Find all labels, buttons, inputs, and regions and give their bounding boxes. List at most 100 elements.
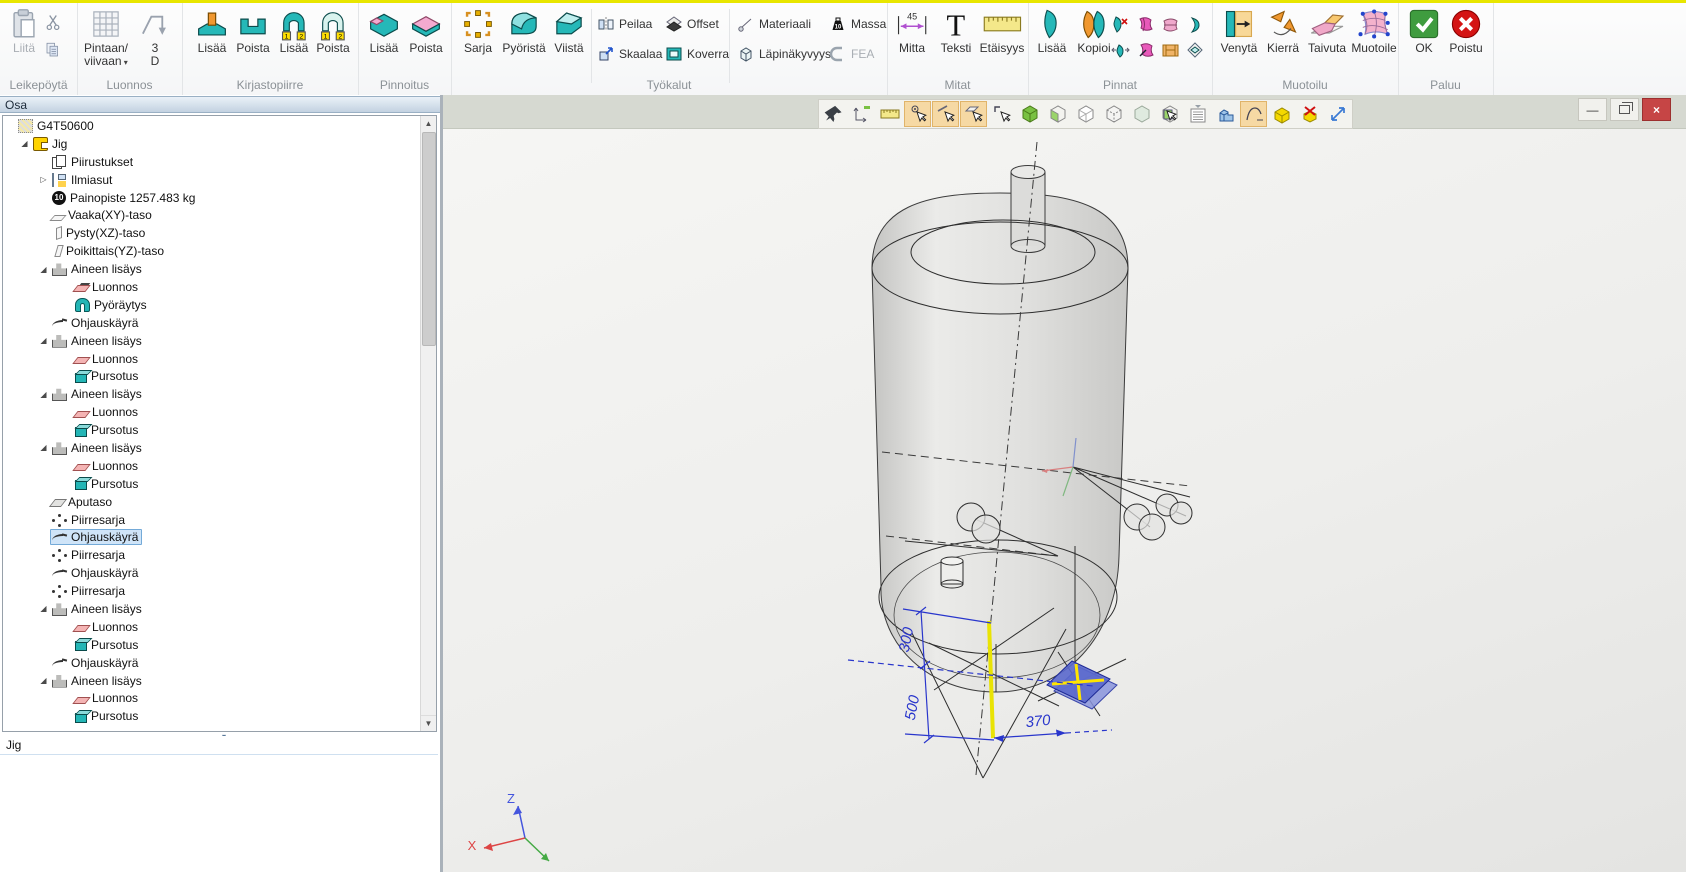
tree-item[interactable]: ◢ Aineen lisäys [3, 672, 421, 690]
surface-trim-icon[interactable] [1136, 15, 1155, 34]
text-button[interactable]: T Teksti [934, 7, 978, 69]
library-remove2-button[interactable]: 12 Poista [312, 7, 354, 69]
tree-expander[interactable]: ◢ [37, 265, 50, 274]
tree-item[interactable]: Luonnos [3, 403, 421, 421]
tree-item[interactable]: Ohjauskäyrä [3, 564, 421, 582]
snap-plane-button[interactable] [960, 101, 987, 127]
tree-expander[interactable]: ◢ [37, 336, 50, 345]
tree-item[interactable]: Painopiste 1257.483 kg [3, 189, 421, 207]
dim-500-label[interactable]: 500 [902, 693, 924, 721]
surface-delete-icon[interactable] [1111, 15, 1130, 34]
tree-item[interactable]: ◢ Aineen lisäys [3, 260, 421, 278]
coating-remove-button[interactable]: Poista [405, 7, 447, 69]
library-remove-button[interactable]: Poista [232, 7, 274, 69]
surface-add-button[interactable]: Lisää [1032, 7, 1072, 69]
section-box-button[interactable] [1268, 101, 1295, 127]
tree-item[interactable]: Pursotus [3, 636, 421, 654]
bend-button[interactable]: Taivuta [1304, 7, 1350, 69]
fillet-button[interactable]: Pyöristä [499, 7, 549, 69]
sketch-3d-button[interactable]: 3D [137, 7, 173, 69]
guide-curve-button[interactable] [1240, 101, 1267, 127]
vessel-model[interactable] [872, 166, 1128, 693]
to-surface-line-button[interactable]: Pintaan/viivaan ▾ [79, 7, 133, 69]
tree-item[interactable]: Pursotus [3, 475, 421, 493]
3d-viewport[interactable]: 300 500 370 Z X [443, 128, 1686, 872]
tree-expander[interactable]: ◢ [37, 443, 50, 452]
scroll-down-icon[interactable]: ▼ [421, 715, 436, 731]
material-button[interactable]: Materiaali [737, 11, 811, 37]
wireframe-view-button[interactable] [1072, 101, 1099, 127]
tree-item[interactable]: Vaaka(XY)-taso [3, 206, 421, 224]
tree-expander[interactable]: ◢ [18, 139, 31, 148]
mirror-button[interactable]: Peilaa [597, 11, 652, 37]
tree-item[interactable]: Ohjauskäyrä [3, 528, 421, 546]
tree-item[interactable]: Luonnos [3, 618, 421, 636]
surface-flip-icon[interactable] [1186, 15, 1205, 34]
concave-button[interactable]: Koverra [665, 41, 729, 67]
tree-expander[interactable]: ◢ [37, 604, 50, 613]
tree-item[interactable]: Luonnos [3, 278, 421, 296]
ruler-button[interactable] [876, 101, 903, 127]
tree-item[interactable]: Pursotus [3, 367, 421, 385]
stretch-button[interactable]: Venytä [1217, 7, 1261, 69]
pick-element-button[interactable] [988, 101, 1015, 127]
hidden-line-view-button[interactable] [1100, 101, 1127, 127]
tree-item[interactable]: Pyöräytys [3, 296, 421, 314]
measure-button[interactable] [848, 101, 875, 127]
tree-expander[interactable]: ▷ [37, 175, 50, 184]
pin-button[interactable] [820, 101, 847, 127]
shaded-edges-view-button[interactable] [1044, 101, 1071, 127]
dimension-button[interactable]: 45 Mitta [890, 7, 934, 69]
tree-scrollbar[interactable]: ▲ ▼ [420, 116, 436, 731]
ghost-view-button[interactable] [1128, 101, 1155, 127]
scale-button[interactable]: Skaalaa [597, 41, 662, 67]
rotate-button[interactable]: Kierrä [1263, 7, 1303, 69]
tree-item[interactable]: Piirresarja [3, 546, 421, 564]
close-button[interactable]: × [1642, 98, 1671, 121]
morph-button[interactable]: Muotoile [1351, 7, 1397, 69]
tree-item[interactable]: Pursotus [3, 421, 421, 439]
part-view-button[interactable] [1212, 101, 1239, 127]
chamfer-button[interactable]: Viistä [549, 7, 589, 69]
library-add-button[interactable]: Lisää [192, 7, 232, 69]
tree-item[interactable]: Luonnos [3, 350, 421, 368]
series-button[interactable]: Sarja [457, 7, 499, 69]
paste-button[interactable]: Liitä [4, 7, 44, 69]
library-add2-button[interactable]: 12 Lisää [274, 7, 314, 69]
scrollbar-thumb[interactable] [422, 132, 436, 346]
tree-item[interactable]: G4T50600 [3, 117, 421, 135]
tree-item[interactable]: Piirresarja [3, 582, 421, 600]
tree-item[interactable]: Poikittais(YZ)-taso [3, 242, 421, 260]
tree-item[interactable]: Luonnos [3, 690, 421, 708]
surface-replace-icon[interactable] [1136, 41, 1155, 60]
tree-item[interactable]: Pursotus [3, 707, 421, 725]
tree-item[interactable]: ◢ Aineen lisäys [3, 600, 421, 618]
coating-add-button[interactable]: Lisää [364, 7, 404, 69]
surface-offset-icon[interactable] [1186, 41, 1205, 60]
tree-item[interactable]: Ohjauskäyrä [3, 654, 421, 672]
tree-expander[interactable]: ◢ [37, 676, 50, 685]
distance-button[interactable]: Etäisyys [978, 7, 1026, 69]
tree-item[interactable]: ◢ Aineen lisäys [3, 385, 421, 403]
tree-item[interactable]: Piirustukset [3, 153, 421, 171]
tree-item[interactable]: ▷ Ilmiasut [3, 171, 421, 189]
offset-button[interactable]: Offset [665, 11, 719, 37]
shaded-view-button[interactable] [1016, 101, 1043, 127]
snap-point-button[interactable] [904, 101, 931, 127]
cut-icon[interactable] [44, 13, 62, 31]
select-face-button[interactable] [1156, 101, 1183, 127]
ok-button[interactable]: OK [1406, 7, 1442, 69]
dim-370-label[interactable]: 370 [1025, 712, 1052, 732]
fea-button[interactable]: FEA [829, 41, 874, 67]
tree-item[interactable]: Pysty(XZ)-taso [3, 224, 421, 242]
restore-button[interactable] [1610, 98, 1639, 121]
scroll-up-icon[interactable]: ▲ [421, 116, 436, 131]
tree-item[interactable]: Aputaso [3, 493, 421, 511]
tree-item[interactable]: ◢ Aineen lisäys [3, 439, 421, 457]
minimize-button[interactable]: — [1578, 98, 1607, 121]
tree-item[interactable]: Piirresarja [3, 511, 421, 529]
surface-extend-icon[interactable] [1161, 15, 1180, 34]
section-off-button[interactable] [1296, 101, 1323, 127]
fit-view-button[interactable] [1324, 101, 1351, 127]
surface-patch-icon[interactable] [1161, 41, 1180, 60]
